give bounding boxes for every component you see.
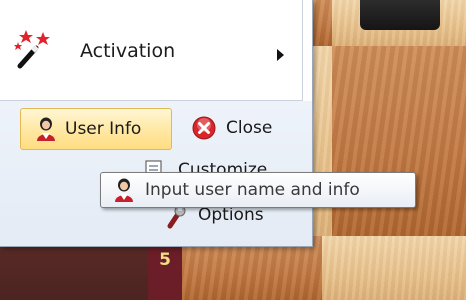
user-icon [115,178,133,202]
options-label: Options [198,205,264,225]
chess-piece[interactable] [360,0,440,30]
submenu-arrow-icon [277,49,284,61]
menu-items-area: Activation [0,0,303,101]
magic-wand-icon [14,30,50,69]
user-info-button[interactable]: User Info [20,108,172,150]
board-square[interactable] [312,0,332,46]
application-menu: Activation User Info Close Customize Opt… [0,0,313,247]
board-square[interactable] [322,236,466,300]
menu-item-activation-label: Activation [80,40,176,62]
user-info-tooltip: Input user name and info [100,172,416,208]
close-icon [192,116,216,140]
user-info-label: User Info [65,119,142,139]
board-coordinate-label: 5 [159,250,171,270]
board-coordinate-strip [148,240,182,300]
close-button[interactable]: Close [184,108,294,150]
close-label: Close [226,118,273,138]
menu-item-activation[interactable]: Activation [6,22,296,86]
tooltip-text: Input user name and info [145,180,360,200]
user-icon [37,117,55,141]
